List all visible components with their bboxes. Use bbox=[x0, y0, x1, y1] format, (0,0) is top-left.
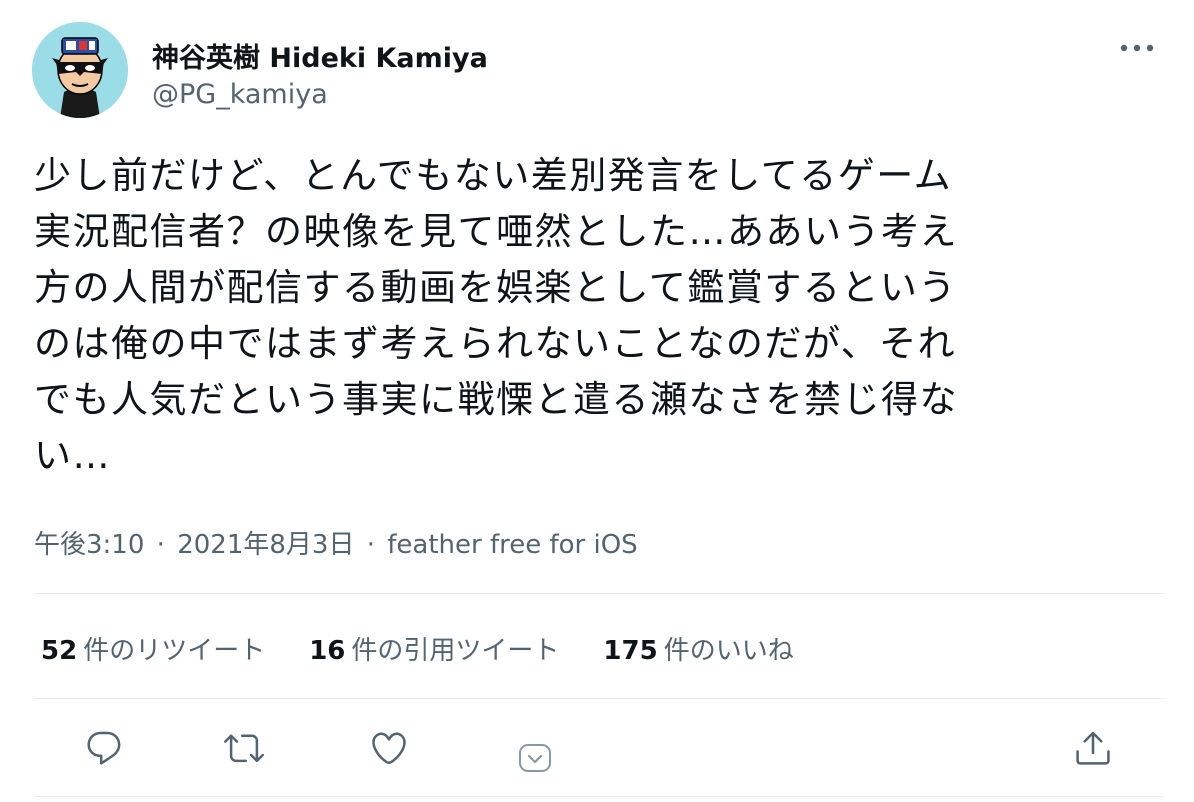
tweet-text-line: でも人気だという事実に戦慄と遣る瀬なさを禁じ得な bbox=[34, 378, 958, 421]
meta-separator: · bbox=[156, 530, 165, 560]
tweet-text-line: 少し前だけど、とんでもない差別発言をしてるゲーム bbox=[34, 154, 953, 197]
likes-count: 175 bbox=[603, 635, 658, 666]
like-icon bbox=[372, 732, 406, 765]
tweet-date[interactable]: 2021年8月3日 bbox=[177, 530, 354, 560]
divider bbox=[34, 698, 1164, 699]
retweets-stat[interactable]: 52 件のリツイート bbox=[41, 630, 265, 667]
share-button[interactable] bbox=[1071, 726, 1115, 770]
retweet-button[interactable] bbox=[222, 726, 266, 770]
likes-stat[interactable]: 175 件のいいね bbox=[603, 630, 793, 667]
tweet-header: 神谷英樹 Hideki Kamiya @PG_kamiya bbox=[32, 22, 1167, 122]
meta-separator: · bbox=[366, 530, 375, 560]
tweet-text-line: 実況配信者？の映像を見て唖然とした…ああいう考え bbox=[34, 210, 958, 253]
retweets-label: 件のリツイート bbox=[83, 635, 266, 666]
avatar-illustration bbox=[32, 22, 128, 118]
more-icon bbox=[1120, 44, 1154, 52]
quotes-label: 件の引用ツイート bbox=[351, 635, 560, 666]
quotes-stat[interactable]: 16 件の引用ツイート bbox=[309, 630, 559, 667]
share-icon bbox=[1076, 731, 1110, 765]
divider bbox=[34, 796, 1164, 797]
tweet-time[interactable]: 午後3:10 bbox=[34, 530, 144, 560]
tweet-text-line: い… bbox=[34, 434, 111, 477]
dropdown-button[interactable] bbox=[515, 738, 555, 778]
more-options-button[interactable] bbox=[1115, 32, 1159, 64]
likes-label: 件のいいね bbox=[663, 635, 794, 666]
quotes-count: 16 bbox=[309, 635, 346, 666]
user-handle[interactable]: @PG_kamiya bbox=[152, 79, 328, 110]
tweet-meta: 午後3:10 · 2021年8月3日 · feather free for iO… bbox=[34, 524, 638, 561]
retweets-count: 52 bbox=[41, 635, 78, 666]
reply-button[interactable] bbox=[82, 726, 126, 770]
tweet-stats: 52 件のリツイート 16 件の引用ツイート 175 件のいいね bbox=[41, 628, 838, 668]
tweet-source[interactable]: feather free for iOS bbox=[387, 530, 637, 560]
dropdown-icon bbox=[519, 744, 551, 772]
divider bbox=[34, 593, 1164, 594]
reply-icon bbox=[87, 731, 121, 765]
like-button[interactable] bbox=[367, 726, 411, 770]
tweet-text: 少し前だけど、とんでもない差別発言をしてるゲーム 実況配信者？の映像を見て唖然と… bbox=[34, 148, 1149, 484]
tweet-text-line: 方の人間が配信する動画を娯楽として鑑賞するという bbox=[34, 266, 957, 309]
tweet-text-line: のは俺の中ではまず考えられないことなのだが、それ bbox=[34, 322, 957, 365]
display-name[interactable]: 神谷英樹 Hideki Kamiya bbox=[152, 36, 488, 75]
avatar[interactable] bbox=[32, 22, 128, 118]
retweet-icon bbox=[224, 734, 264, 763]
